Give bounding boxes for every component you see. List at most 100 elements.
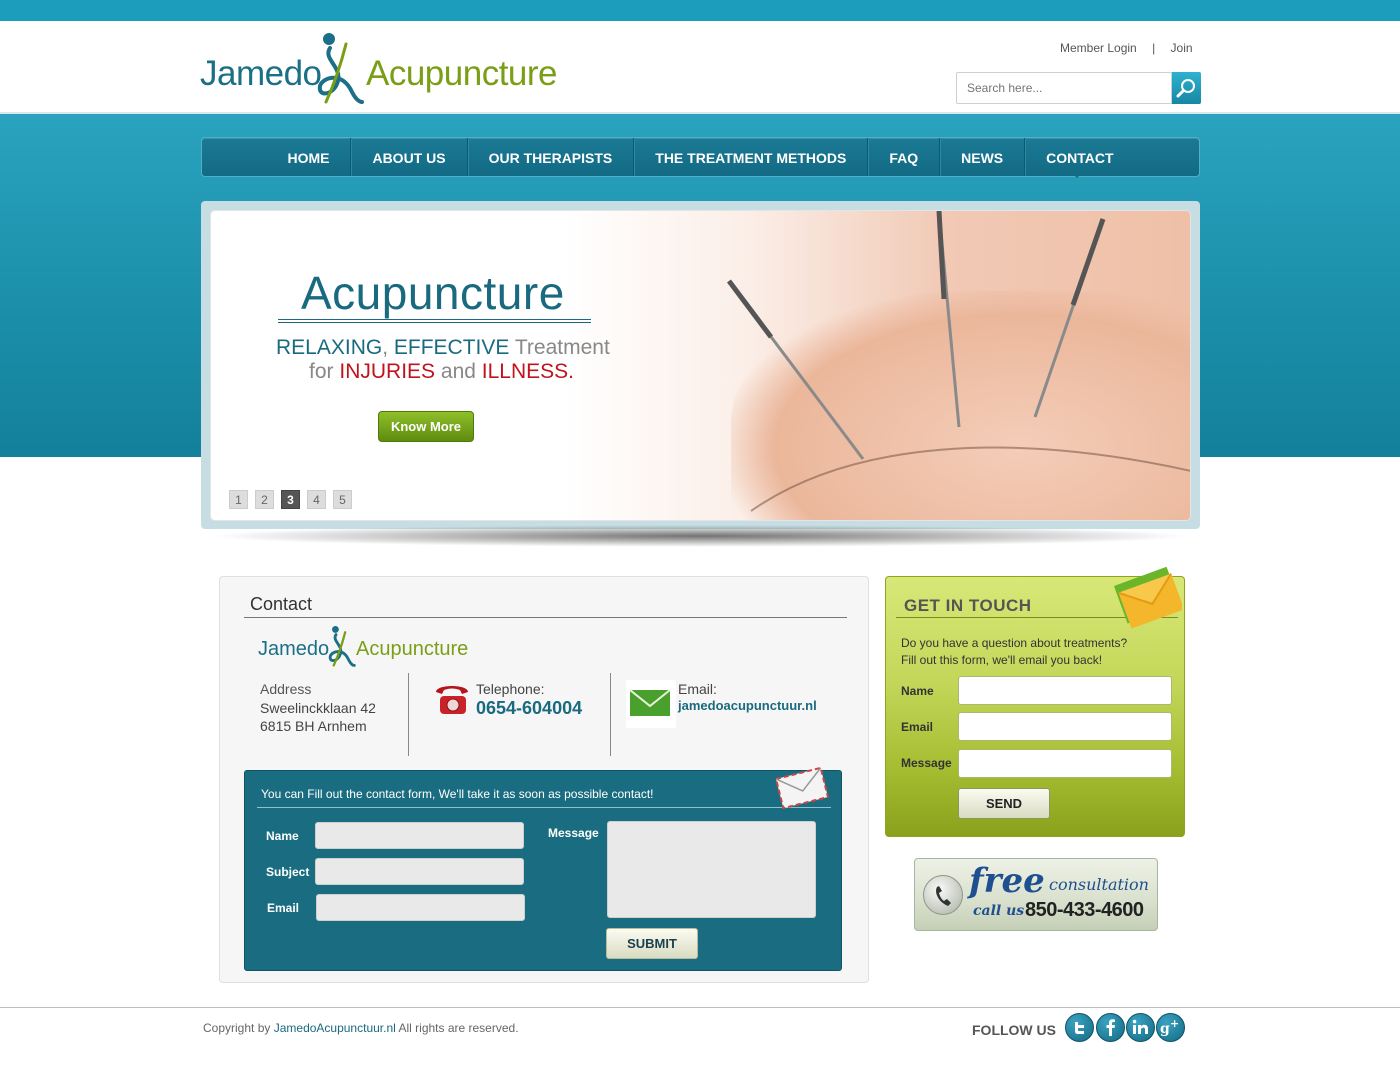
logo-text-acupuncture: Acupuncture — [366, 54, 558, 93]
git-message-input[interactable] — [959, 750, 1171, 777]
form-message-input[interactable] — [608, 822, 815, 917]
contact-form-rule — [257, 807, 831, 808]
main-navigation: HOME ABOUT US OUR THERAPISTS THE TREATME… — [201, 137, 1200, 177]
slider-page-5[interactable]: 5 — [333, 490, 352, 509]
magnifier-icon — [1176, 79, 1195, 98]
tagline-comma: , — [382, 336, 389, 359]
nav-item-contact[interactable]: CONTACT — [1025, 138, 1134, 176]
tagline-effective: EFFECTIVE — [393, 336, 510, 359]
logo-text-jamedo: Jamedo — [200, 54, 322, 93]
airmail-envelope-icon — [775, 767, 829, 809]
phone-receiver-icon — [923, 875, 963, 915]
hero-slider: Acupuncture RELAXING, EFFECTIVE Treatmen… — [210, 210, 1191, 521]
form-subject-input[interactable] — [316, 859, 523, 884]
tagline-treatment: Treatment — [514, 336, 610, 359]
git-name-label: Name — [901, 684, 934, 698]
form-name-label: Name — [266, 829, 299, 843]
svg-text:g: g — [1160, 1021, 1170, 1037]
logo-ampersand-icon — [317, 33, 364, 104]
telephone-label: Telephone: — [476, 681, 545, 697]
free-consultation-call-us: call us — [973, 903, 1025, 919]
email-address-link[interactable]: jamedoacupunctuur.nl — [678, 698, 817, 713]
nav-item-faq[interactable]: FAQ — [868, 138, 941, 176]
slider-page-1[interactable]: 1 — [229, 490, 248, 509]
member-links-separator: | — [1152, 41, 1156, 55]
site-logo[interactable]: Jamedo Acupuncture — [200, 30, 560, 110]
google-plus-icon[interactable]: g + — [1156, 1013, 1185, 1042]
nav-item-our-therapists[interactable]: OUR THERAPISTS — [468, 138, 635, 176]
slider-page-3[interactable]: 3 — [281, 490, 300, 509]
telephone-icon — [436, 686, 468, 714]
facebook-icon[interactable] — [1096, 1013, 1125, 1042]
tagline-illness: ILLNESS. — [481, 360, 574, 383]
form-name-field[interactable] — [315, 822, 524, 849]
git-name-field[interactable] — [958, 676, 1172, 705]
nav-active-pointer — [1071, 172, 1083, 178]
contact-form-intro: You can Fill out the contact form, We'll… — [261, 787, 654, 801]
tagline-injuries: INJURIES — [339, 360, 436, 383]
search-input[interactable] — [957, 73, 1171, 103]
nav-item-about-us[interactable]: ABOUT US — [351, 138, 468, 176]
form-email-input[interactable] — [317, 895, 524, 920]
contact-logo: Jamedo Acupuncture — [258, 622, 478, 672]
footer-divider — [0, 1007, 1400, 1008]
nav-item-treatment-methods[interactable]: THE TREATMENT METHODS — [634, 138, 869, 176]
free-consultation-label: consultation — [1049, 875, 1149, 894]
free-consultation-number: 850-433-4600 — [1025, 899, 1144, 921]
git-message-label: Message — [901, 756, 952, 770]
contact-title-rule — [244, 617, 847, 618]
send-button[interactable]: SEND — [958, 788, 1050, 819]
address-line-2: 6815 BH Arnhem — [260, 718, 367, 734]
copyright-site-link[interactable]: JamedoAcupunctuur.nl — [274, 1021, 396, 1035]
know-more-button[interactable]: Know More — [378, 411, 474, 442]
form-subject-field[interactable] — [315, 858, 524, 885]
address-line-1: Sweelinckklaan 42 — [260, 700, 376, 716]
search-field[interactable] — [956, 72, 1172, 104]
git-message-field[interactable] — [958, 749, 1172, 778]
contact-divider-1 — [408, 673, 409, 756]
twitter-icon[interactable] — [1065, 1013, 1094, 1042]
follow-us-label: FOLLOW US — [972, 1022, 1056, 1038]
address-label: Address — [260, 681, 312, 697]
git-email-input[interactable] — [959, 713, 1171, 740]
slide-tagline-2: for INJURIES and ILLNESS. — [309, 360, 574, 384]
address-block: Address Sweelinckklaan 42 6815 BH Arnhem — [260, 680, 376, 735]
form-message-field[interactable] — [607, 821, 816, 918]
telephone-number[interactable]: 0654-604004 — [476, 698, 582, 719]
search-button[interactable] — [1172, 72, 1201, 104]
yellow-envelope-icon — [1113, 566, 1182, 629]
free-consultation-banner[interactable]: free consultation call us 850-433-4600 — [914, 858, 1158, 931]
nav-item-news[interactable]: NEWS — [940, 138, 1026, 176]
contact-logo-text-jamedo: Jamedo — [258, 638, 330, 660]
contact-panel: Contact Jamedo Acupuncture Address Sweel… — [219, 576, 869, 983]
slider-page-2[interactable]: 2 — [255, 490, 274, 509]
slider-shadow — [205, 525, 1195, 547]
email-label: Email: — [678, 681, 717, 697]
get-in-touch-title: GET IN TOUCH — [904, 596, 1032, 615]
member-login-link[interactable]: Member Login — [1060, 41, 1137, 55]
get-in-touch-description: Do you have a question about treatments?… — [901, 635, 1127, 669]
tagline-for: for — [309, 360, 334, 383]
member-links: Member Login | Join — [1060, 41, 1193, 55]
top-color-strip — [0, 0, 1400, 21]
git-name-input[interactable] — [959, 677, 1171, 704]
free-consultation-free: free — [969, 861, 1045, 901]
contact-divider-2 — [610, 673, 611, 756]
nav-item-home[interactable]: HOME — [266, 138, 352, 176]
email-envelope-icon — [626, 680, 676, 728]
copyright-prefix: Copyright by — [203, 1021, 271, 1035]
linkedin-icon[interactable] — [1126, 1013, 1155, 1042]
contact-logo-text-acupuncture: Acupuncture — [356, 638, 469, 660]
tagline-and: and — [440, 360, 476, 383]
svg-text:+: + — [1170, 1017, 1179, 1030]
submit-button[interactable]: SUBMIT — [606, 928, 698, 959]
git-email-field[interactable] — [958, 712, 1172, 741]
form-subject-label: Subject — [266, 865, 310, 879]
slide-title: Acupuncture — [301, 267, 565, 319]
contact-form: You can Fill out the contact form, We'll… — [244, 767, 842, 971]
slider-page-4[interactable]: 4 — [307, 490, 326, 509]
form-name-input[interactable] — [316, 823, 523, 848]
form-email-field[interactable] — [316, 894, 525, 921]
join-link[interactable]: Join — [1171, 41, 1193, 55]
git-email-label: Email — [901, 720, 934, 734]
